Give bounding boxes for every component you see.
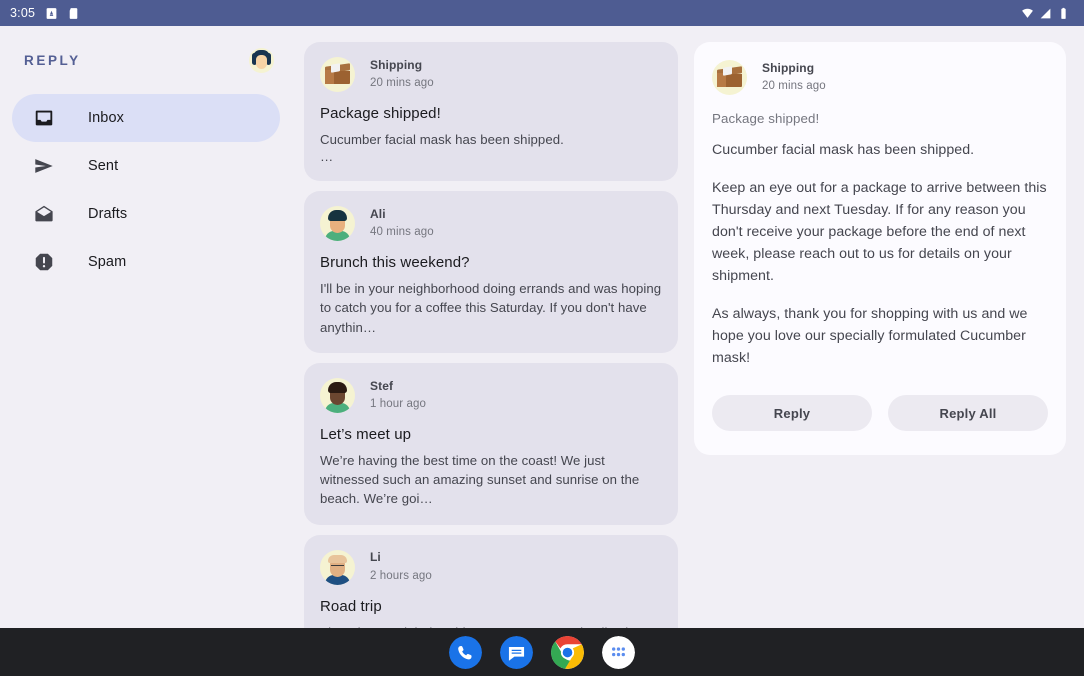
detail-timestamp: 20 mins ago — [762, 80, 826, 93]
box-label — [723, 66, 732, 76]
detail-paragraph: Keep an eye out for a package to arrive … — [712, 180, 1047, 284]
cell-signal-icon — [1040, 8, 1051, 18]
profile-avatar[interactable] — [249, 48, 274, 73]
sidebar-item-inbox[interactable]: Inbox — [12, 94, 280, 142]
app-drawer-icon[interactable] — [602, 635, 635, 669]
system-dock — [0, 628, 1084, 676]
detail-paragraph: As always, thank you for shopping with u… — [712, 306, 1028, 366]
android-tablet-screen: 3:05 REPLY Inbox Sent Drafts Spam Shippi… — [0, 0, 1084, 676]
package-box-avatar — [320, 57, 355, 92]
email-subject: Brunch this weekend? — [320, 254, 470, 272]
reply-all-button[interactable]: Reply All — [888, 395, 1048, 431]
inbox-icon — [35, 110, 53, 126]
email-list-item[interactable]: Stef 1 hour ago Let’s meet up We’re havi… — [304, 362, 678, 525]
wifi-icon — [1022, 8, 1033, 18]
stef-avatar — [320, 377, 355, 413]
email-list-item[interactable]: Li 2 hours ago Road trip Thought we migh… — [304, 534, 678, 628]
email-header: Ali 40 mins ago — [320, 206, 662, 242]
chrome-app-icon[interactable] — [551, 635, 584, 669]
detail-paragraph: Cucumber facial mask has been shipped. — [712, 142, 975, 158]
send-icon — [35, 159, 53, 173]
status-clock: 3:05 — [10, 6, 36, 20]
avatar-glasses — [331, 564, 344, 568]
email-preview: We’re having the best time on the coast!… — [320, 452, 640, 507]
email-timestamp: 40 mins ago — [370, 226, 434, 239]
email-preview-ellipsis: … — [320, 149, 334, 165]
email-meta: Stef 1 hour ago — [370, 379, 426, 413]
email-list-item[interactable]: Ali 40 mins ago Brunch this weekend? I'l… — [304, 191, 678, 353]
sidebar-header: REPLY — [0, 26, 292, 73]
email-detail-pane: Shipping 20 mins ago Package shipped! Cu… — [690, 26, 1084, 628]
email-meta: Shipping 20 mins ago — [370, 58, 434, 92]
status-bar: 3:05 — [0, 0, 1084, 26]
sd-card-icon — [69, 7, 78, 19]
sidebar-item-label: Drafts — [88, 206, 128, 222]
sidebar-nav: Inbox Sent Drafts Spam — [0, 94, 292, 286]
sidebar-item-sent[interactable]: Sent — [12, 142, 280, 190]
phone-app-icon[interactable] — [449, 635, 482, 669]
status-system-icons — [1021, 7, 1074, 20]
messages-app-icon[interactable] — [500, 635, 533, 669]
email-timestamp: 20 mins ago — [370, 77, 434, 90]
reply-email-app: REPLY Inbox Sent Drafts Spam Shipping 20… — [0, 26, 1084, 628]
email-meta: Ali 40 mins ago — [370, 207, 434, 241]
email-timestamp: 1 hour ago — [370, 398, 426, 411]
detail-action-row: Reply Reply All — [712, 395, 1048, 431]
box-label — [331, 63, 340, 73]
detail-header: Shipping 20 mins ago — [712, 60, 1048, 95]
avatar-hair — [328, 554, 347, 563]
email-detail-card: Shipping 20 mins ago Package shipped! Cu… — [694, 42, 1066, 455]
avatar-face — [256, 55, 267, 69]
email-sender: Li — [370, 550, 381, 565]
li-avatar — [320, 549, 355, 585]
detail-body: Cucumber facial mask has been shipped. K… — [712, 139, 1048, 369]
error-icon — [35, 253, 53, 271]
email-subject: Package shipped! — [320, 105, 441, 122]
avatar-hair — [328, 210, 347, 222]
sidebar-item-label: Spam — [88, 254, 127, 270]
app-brand-title: REPLY — [24, 53, 81, 68]
sidebar-item-label: Inbox — [88, 110, 124, 126]
email-meta: Li 2 hours ago — [370, 550, 432, 584]
sidebar-item-drafts[interactable]: Drafts — [12, 190, 280, 238]
sidebar-item-label: Sent — [88, 158, 119, 174]
detail-sender: Shipping — [762, 60, 815, 75]
detail-meta: Shipping 20 mins ago — [762, 61, 826, 95]
battery-icon — [1061, 7, 1066, 19]
email-header: Stef 1 hour ago — [320, 377, 662, 413]
app-notification-icon — [46, 7, 57, 19]
email-subject: Let’s meet up — [320, 425, 412, 443]
detail-subject: Package shipped! — [712, 111, 820, 126]
email-header: Li 2 hours ago — [320, 549, 662, 585]
sidebar-item-spam[interactable]: Spam — [12, 238, 280, 286]
email-header: Shipping 20 mins ago — [320, 57, 662, 92]
email-list[interactable]: Shipping 20 mins ago Package shipped! Cu… — [292, 26, 690, 628]
email-subject: Road trip — [320, 597, 382, 615]
email-sender: Stef — [370, 378, 394, 393]
status-notification-icons — [45, 7, 80, 20]
email-sender: Ali — [370, 206, 386, 221]
package-box-avatar — [712, 60, 747, 95]
reply-button[interactable]: Reply — [712, 395, 872, 431]
email-list-item[interactable]: Shipping 20 mins ago Package shipped! Cu… — [304, 42, 678, 182]
email-preview: I'll be in your neighborhood doing erran… — [320, 281, 662, 335]
email-preview: Cucumber facial mask has been shipped. — [320, 132, 564, 147]
drafts-icon — [35, 205, 53, 222]
email-timestamp: 2 hours ago — [370, 569, 432, 582]
navigation-sidebar: REPLY Inbox Sent Drafts Spam — [0, 26, 292, 628]
avatar-hair — [328, 381, 347, 393]
ali-avatar — [320, 206, 355, 242]
email-sender: Shipping — [370, 57, 423, 72]
